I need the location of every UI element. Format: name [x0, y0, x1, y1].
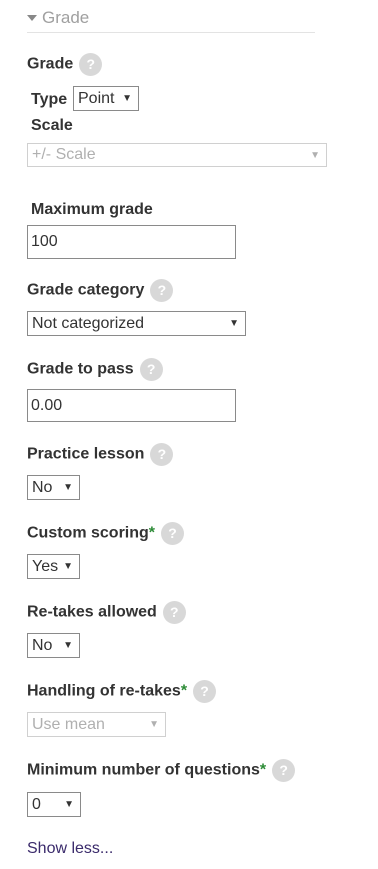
grade-category-select[interactable]: Not categorized ▼ — [27, 311, 246, 336]
min-questions-value: 0 — [32, 795, 41, 813]
required-mark: * — [259, 761, 267, 779]
scale-select: +/- Scale ▼ — [27, 143, 327, 167]
min-questions-label: Minimum number of questions — [27, 761, 260, 779]
chevron-down-icon: ▼ — [63, 561, 73, 572]
grade-type-value: Point — [78, 89, 115, 107]
grade-to-pass-label: Grade to pass — [27, 360, 134, 378]
chevron-down-icon: ▼ — [63, 482, 73, 493]
min-questions-label-row: Minimum number of questions*? — [27, 759, 296, 782]
handling-retakes-label: Handling of re-takes — [27, 682, 181, 700]
max-grade-label: Maximum grade — [31, 201, 153, 218]
practice-lesson-value: No — [32, 478, 53, 496]
show-less-link[interactable]: Show less... — [27, 840, 113, 858]
grade-category-label: Grade category — [27, 281, 145, 299]
custom-scoring-value: Yes — [32, 557, 59, 575]
practice-lesson-label-row: Practice lesson? — [27, 443, 174, 466]
retakes-allowed-label-row: Re-takes allowed? — [27, 601, 186, 624]
practice-lesson-help-icon[interactable]: ? — [150, 443, 174, 466]
retakes-allowed-label: Re-takes allowed — [27, 603, 157, 621]
grade-category-value: Not categorized — [32, 314, 145, 332]
chevron-down-icon: ▼ — [310, 149, 320, 161]
grade-section-header[interactable]: Grade — [27, 8, 315, 33]
grade-type-select[interactable]: Point ▼ — [73, 86, 139, 111]
min-questions-select[interactable]: 0 ▼ — [27, 792, 81, 817]
handling-retakes-select: Use mean ▼ — [27, 712, 166, 737]
required-mark: * — [180, 682, 188, 700]
required-mark: * — [148, 524, 156, 542]
chevron-down-icon: ▼ — [149, 719, 159, 730]
retakes-allowed-select[interactable]: No ▼ — [27, 633, 80, 658]
practice-lesson-select[interactable]: No ▼ — [27, 475, 80, 500]
custom-scoring-select[interactable]: Yes ▼ — [27, 554, 80, 579]
handling-retakes-value: Use mean — [32, 715, 105, 733]
grade-category-label-row: Grade category? — [27, 279, 174, 302]
min-questions-help-icon[interactable]: ? — [272, 759, 296, 782]
chevron-down-icon: ▼ — [63, 640, 73, 651]
retakes-allowed-help-icon[interactable]: ? — [162, 601, 186, 624]
grade-to-pass-help-icon[interactable]: ? — [139, 358, 163, 381]
grade-help-icon[interactable]: ? — [79, 53, 103, 76]
chevron-down-icon: ▼ — [229, 318, 239, 329]
grade-category-help-icon[interactable]: ? — [150, 279, 174, 302]
type-label: Type — [31, 91, 68, 108]
scale-value: +/- Scale — [32, 146, 96, 163]
retakes-allowed-value: No — [32, 636, 53, 654]
scale-label: Scale — [31, 117, 73, 134]
grade-to-pass-input[interactable]: 0.00 — [27, 389, 236, 422]
custom-scoring-label-row: Custom scoring*? — [27, 522, 185, 545]
practice-lesson-label: Practice lesson — [27, 445, 145, 463]
chevron-down-icon: ▼ — [122, 93, 132, 104]
collapse-triangle-icon — [27, 15, 37, 21]
grade-type-row: Type — [31, 88, 67, 112]
grade-label: Grade — [27, 55, 74, 73]
grade-settings-form: Grade Grade? Type Point ▼ Scale +/- Scal… — [0, 0, 378, 869]
custom-scoring-label: Custom scoring — [27, 524, 149, 542]
grade-to-pass-label-row: Grade to pass? — [27, 358, 163, 381]
custom-scoring-help-icon[interactable]: ? — [161, 522, 185, 545]
grade-label-row: Grade? — [27, 53, 103, 76]
handling-retakes-label-row: Handling of re-takes*? — [27, 680, 217, 703]
handling-retakes-help-icon[interactable]: ? — [193, 680, 217, 703]
chevron-down-icon: ▼ — [64, 799, 74, 810]
max-grade-input[interactable]: 100 — [27, 225, 236, 259]
section-title: Grade — [42, 8, 90, 27]
